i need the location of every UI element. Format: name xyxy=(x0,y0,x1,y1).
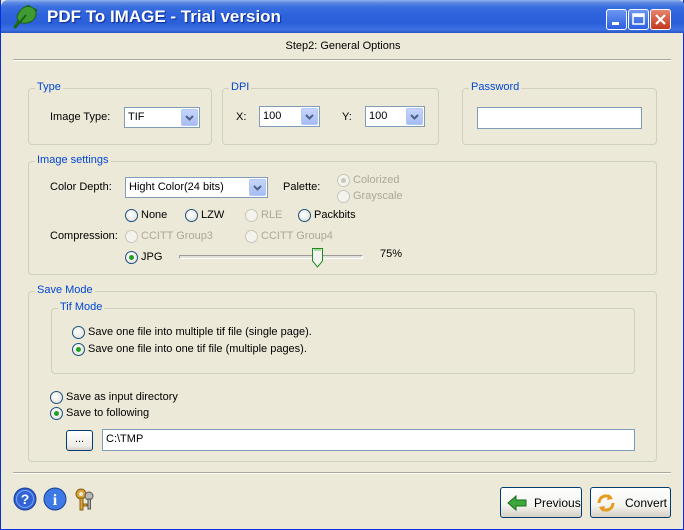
compression-jpg-radio[interactable] xyxy=(125,251,138,264)
convert-label: Convert xyxy=(625,496,668,510)
save-to-following-radio[interactable] xyxy=(50,407,63,420)
compression-lzw-label[interactable]: LZW xyxy=(201,209,224,221)
dropdown-button[interactable] xyxy=(301,108,318,125)
previous-label: Previous xyxy=(534,496,581,510)
compression-lzw-radio[interactable] xyxy=(185,209,198,222)
palette-colorized-label: Colorized xyxy=(353,174,400,186)
compression-ccitt4-label: CCITT Group4 xyxy=(261,230,333,242)
chevron-down-icon xyxy=(185,115,194,121)
dpi-x-label: X: xyxy=(236,111,247,123)
tif-mode-label: Tif Mode xyxy=(58,301,105,313)
image-settings-label: Image settings xyxy=(35,154,111,166)
tif-multi-page-radio[interactable] xyxy=(72,343,85,356)
type-group-label: Type xyxy=(35,81,63,93)
compression-rle-label: RLE xyxy=(261,209,283,221)
output-path-input[interactable]: C:\TMP xyxy=(102,429,635,451)
info-icon[interactable]: i xyxy=(43,487,67,511)
password-input[interactable] xyxy=(477,107,642,129)
palette-colorized-radio xyxy=(337,174,350,187)
compression-ccitt3-label: CCITT Group3 xyxy=(141,230,213,242)
jpg-quality-slider[interactable] xyxy=(179,255,363,259)
step-heading: Step2: General Options xyxy=(285,40,401,52)
chevron-down-icon xyxy=(253,185,262,191)
dropdown-button[interactable] xyxy=(406,108,423,125)
chevron-down-icon xyxy=(410,114,419,120)
image-type-label: Image Type: xyxy=(50,111,111,123)
leaf-app-icon xyxy=(13,4,38,29)
color-depth-select[interactable]: Hight Color(24 bits) xyxy=(125,177,268,198)
svg-text:i: i xyxy=(53,492,58,509)
compression-jpg-label[interactable]: JPG xyxy=(141,251,162,263)
maximize-icon xyxy=(632,13,645,25)
chevron-down-icon xyxy=(305,114,314,120)
jpg-quality-value: 75% xyxy=(380,248,403,260)
compression-none-label[interactable]: None xyxy=(141,209,167,221)
keys-icon[interactable] xyxy=(73,487,97,511)
compression-label: Compression: xyxy=(50,230,118,242)
palette-grayscale-radio xyxy=(337,190,350,203)
compression-ccitt3-radio xyxy=(125,230,138,243)
dropdown-button[interactable] xyxy=(249,179,266,196)
save-to-following-label[interactable]: Save to following xyxy=(66,407,149,419)
dpi-y-value: 100 xyxy=(369,110,388,122)
save-mode-label: Save Mode xyxy=(35,284,95,296)
bottom-divider xyxy=(13,472,671,474)
dpi-group-label: DPI xyxy=(229,81,252,93)
browse-button[interactable]: ... xyxy=(66,430,93,451)
image-type-value: TIF xyxy=(128,111,145,123)
palette-label: Palette: xyxy=(283,181,321,193)
save-input-dir-label[interactable]: Save as input directory xyxy=(66,391,178,403)
help-icon[interactable]: ? xyxy=(13,487,37,511)
compression-none-radio[interactable] xyxy=(125,209,138,222)
arrow-left-icon xyxy=(507,494,527,512)
tif-mode-group: Tif Mode xyxy=(51,301,635,374)
color-depth-value: Hight Color(24 bits) xyxy=(129,181,224,193)
dpi-y-label: Y: xyxy=(342,111,352,123)
save-input-dir-radio[interactable] xyxy=(50,391,63,404)
tif-single-page-radio[interactable] xyxy=(72,326,85,339)
password-group-label: Password xyxy=(469,81,522,93)
dpi-y-select[interactable]: 100 xyxy=(365,106,425,127)
maximize-button[interactable] xyxy=(628,9,649,30)
close-icon xyxy=(655,14,666,25)
output-path-value: C:\TMP xyxy=(106,433,144,445)
compression-ccitt4-radio xyxy=(245,230,258,243)
compression-packbits-radio[interactable] xyxy=(298,209,311,222)
convert-icon xyxy=(597,494,615,512)
dpi-x-select[interactable]: 100 xyxy=(259,106,320,127)
slider-thumb[interactable] xyxy=(311,248,323,268)
minimize-icon xyxy=(612,22,619,25)
app-window: PDF To IMAGE - Trial version Step2: Gene… xyxy=(0,0,684,530)
dropdown-button[interactable] xyxy=(181,109,198,126)
minimize-button[interactable] xyxy=(606,9,627,30)
dpi-x-value: 100 xyxy=(263,110,282,122)
image-type-select[interactable]: TIF xyxy=(124,107,200,128)
top-divider xyxy=(13,59,671,61)
compression-packbits-label[interactable]: Packbits xyxy=(314,209,356,221)
compression-rle-radio xyxy=(245,209,258,222)
color-depth-label: Color Depth: xyxy=(50,181,112,193)
svg-text:?: ? xyxy=(21,491,30,507)
title-bar[interactable]: PDF To IMAGE - Trial version xyxy=(1,0,684,33)
previous-button[interactable]: Previous xyxy=(500,487,582,518)
convert-button[interactable]: Convert xyxy=(590,487,671,518)
tif-multi-page-label[interactable]: Save one file into one tif file (multipl… xyxy=(88,343,307,355)
palette-grayscale-label: Grayscale xyxy=(353,190,403,202)
close-button[interactable] xyxy=(650,9,671,30)
tif-single-page-label[interactable]: Save one file into multiple tif file (si… xyxy=(88,326,312,338)
window-title: PDF To IMAGE - Trial version xyxy=(47,7,281,26)
